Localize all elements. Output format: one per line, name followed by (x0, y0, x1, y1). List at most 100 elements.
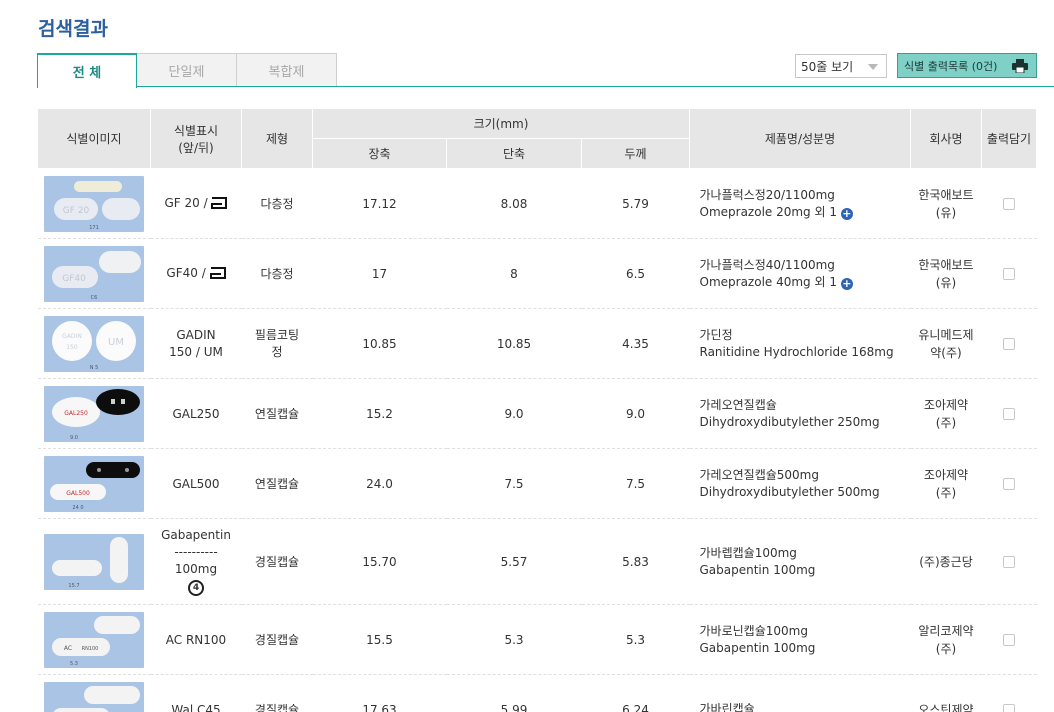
form-cell: 경질캡슐 (241, 674, 313, 712)
svg-text:15.7: 15.7 (68, 583, 79, 589)
print-checkbox[interactable] (1003, 556, 1015, 568)
svg-text:UM: UM (108, 337, 124, 348)
table-row: GF 20 171 GF 20 / 다층정 17.12 8.08 5.79 가나… (37, 168, 1037, 239)
print-checkbox[interactable] (1003, 198, 1015, 210)
company-name-suffix: (주) (935, 415, 957, 430)
print-checkbox[interactable] (1003, 268, 1015, 280)
imprint-text: GF40 / (166, 266, 206, 280)
form-cell-suffix: 정 (271, 344, 283, 359)
product-name-link[interactable]: 가바로닌캡슐100mg (700, 623, 911, 640)
pill-image[interactable]: AC RN100 5.3 (44, 611, 144, 668)
svg-text:GAL500: GAL500 (66, 490, 90, 497)
long-axis-cell: 17 (312, 238, 447, 309)
form-cell: 필름코팅 (254, 327, 300, 342)
svg-text:C6: C6 (91, 295, 98, 301)
imprint-text: Wal C45 (150, 674, 242, 712)
svg-text:5.3: 5.3 (70, 661, 78, 667)
long-axis-cell: 17.63 (312, 674, 447, 712)
long-axis-cell: 15.2 (312, 378, 447, 449)
pill-image[interactable]: GAL250 9.0 (44, 385, 144, 442)
imprint-text: GAL250 (150, 378, 242, 449)
tab-bar: 전 체 단일제 복합제 (37, 53, 337, 88)
product-name-link[interactable]: 가바렙캡슐100mg (700, 545, 911, 562)
long-axis-cell: 24.0 (312, 448, 447, 519)
tab-underline (37, 86, 1054, 87)
chevron-down-icon (868, 64, 878, 70)
thickness-cell: 5.83 (581, 518, 690, 605)
table-row: GADIN 150 UM N 5 GADIN 150 / UM 필름코팅 정 1… (37, 308, 1037, 379)
table-row: AC RN100 5.3 AC RN100 경질캡슐 15.5 5.3 5.3 … (37, 604, 1037, 675)
ingredient-text: Dihydroxydibutylether 250mg (699, 414, 880, 429)
tab-combination[interactable]: 복합제 (237, 53, 337, 87)
product-name-link[interactable]: 가나플럭스정20/1100mg (700, 187, 911, 204)
company-name: 유니메드제 (918, 327, 974, 342)
product-name-link[interactable]: 가레오연질캡슐500mg (700, 467, 911, 484)
col-print: 출력담기 (981, 108, 1037, 169)
product-name-link[interactable]: 가바린캡슐 (700, 701, 911, 712)
pill-image[interactable]: GF 20 171 (44, 175, 144, 232)
product-name-link[interactable]: 가나플럭스정40/1100mg (700, 257, 911, 274)
thickness-cell: 4.35 (581, 308, 690, 379)
col-short: 단축 (446, 138, 582, 169)
thickness-cell: 9.0 (581, 378, 690, 449)
print-checkbox[interactable] (1003, 408, 1015, 420)
svg-text:GF40: GF40 (62, 274, 86, 284)
pill-image[interactable] (44, 681, 144, 712)
plus-circle-icon[interactable]: + (840, 277, 853, 290)
company-name-suffix: (주) (935, 641, 957, 656)
form-cell: 경질캡슐 (241, 518, 313, 605)
pill-image[interactable]: GF40 C6 (44, 245, 144, 302)
company-name: 한국애보트 (918, 257, 974, 272)
short-axis-cell: 7.5 (446, 448, 582, 519)
svg-text:24 0: 24 0 (72, 505, 83, 511)
svg-text:150: 150 (66, 344, 78, 351)
form-cell: 연질캡슐 (241, 448, 313, 519)
print-checkbox[interactable] (1003, 634, 1015, 646)
thickness-cell: 5.3 (581, 604, 690, 675)
print-list-label: 식별 출력목록 (0건) (904, 59, 998, 73)
company-name-suffix: (유) (935, 205, 957, 220)
col-long: 장축 (312, 138, 447, 169)
long-axis-cell: 15.5 (312, 604, 447, 675)
imprint-text: GF 20 / (164, 196, 208, 210)
pill-image[interactable]: GAL500 24 0 (44, 455, 144, 512)
pill-image[interactable]: 15.7 (44, 533, 144, 590)
thickness-cell: 7.5 (581, 448, 690, 519)
long-axis-cell: 17.12 (312, 168, 447, 239)
company-name: (주)종근당 (919, 554, 973, 569)
company-name: 알리코제약 (918, 623, 974, 638)
print-checkbox[interactable] (1003, 338, 1015, 350)
thickness-cell: 6.24 (581, 674, 690, 712)
company-name: 한국애보트 (918, 187, 974, 202)
svg-text:9.0: 9.0 (70, 435, 78, 441)
table-row: Wal C45 경질캡슐 17.63 5.99 6.24 가바린캡슐 오스틴제약 (37, 674, 1037, 712)
page-title: 검색결과 (38, 18, 108, 40)
ingredient-text: Gabapentin 100mg (699, 562, 816, 577)
results-table: 식별이미지 식별표시 (앞/뒤) 제형 크기(mm) 제품명/성분명 회사명 출… (37, 108, 1037, 712)
abbott-logo-icon (211, 197, 228, 209)
rows-per-page-select[interactable]: 50줄 보기 (795, 54, 887, 78)
svg-text:AC: AC (64, 645, 72, 652)
form-cell: 다층정 (241, 168, 313, 239)
company-name: 조아제약 (923, 397, 969, 412)
product-name-link[interactable]: 가딘정 (700, 327, 911, 344)
tab-single[interactable]: 단일제 (137, 53, 237, 87)
svg-text:GAL250: GAL250 (64, 410, 88, 417)
print-checkbox[interactable] (1003, 704, 1015, 712)
col-form: 제형 (241, 108, 313, 169)
col-size: 크기(mm) (312, 108, 690, 139)
table-row: 15.7 Gabapentin ---------- 100mg 4 경질캡슐 … (37, 518, 1037, 605)
print-checkbox[interactable] (1003, 478, 1015, 490)
product-name-link[interactable]: 가레오연질캡슐 (700, 397, 911, 414)
plus-circle-icon[interactable]: + (840, 207, 853, 220)
print-list-button[interactable]: 식별 출력목록 (0건) (897, 53, 1037, 78)
col-mark-line1: 식별표시 (173, 123, 219, 138)
short-axis-cell: 8.08 (446, 168, 582, 239)
abbott-logo-icon (209, 267, 226, 279)
pill-image[interactable]: GADIN 150 UM N 5 (44, 315, 144, 372)
tab-all[interactable]: 전 체 (37, 53, 137, 88)
company-name-suffix: (유) (935, 275, 957, 290)
company-name-suffix: (주) (935, 485, 957, 500)
ingredient-text: Dihydroxydibutylether 500mg (699, 484, 880, 499)
long-axis-cell: 15.70 (312, 518, 447, 605)
